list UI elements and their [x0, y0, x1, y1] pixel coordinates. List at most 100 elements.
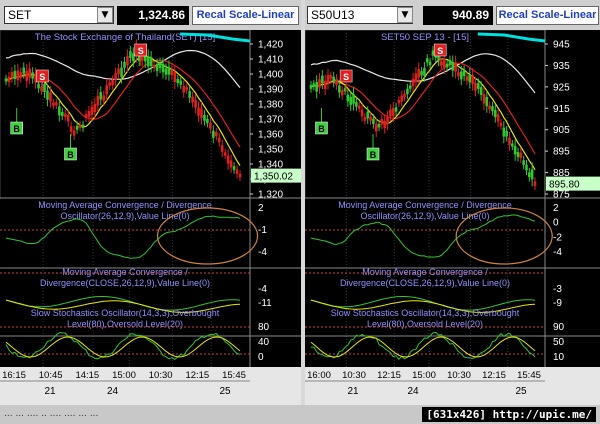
candle-body: [312, 83, 316, 87]
chevron-down-icon[interactable]: ▼: [397, 7, 413, 23]
stoch-tick-label: 50: [553, 337, 565, 348]
candle-body: [25, 70, 29, 81]
signal-label: S: [437, 46, 443, 56]
candle-body: [7, 76, 11, 83]
candle-body: [372, 118, 375, 124]
candle-body: [197, 107, 200, 116]
candle-body: [445, 63, 449, 68]
macd2-tick-label: -4: [258, 284, 267, 295]
candle-body: [355, 101, 358, 107]
chart-area-left[interactable]: The Stock Exchange of Thailand(SET) [15]…: [0, 30, 301, 405]
candle-body: [496, 114, 500, 122]
candle-body: [357, 105, 361, 109]
candle-body: [522, 160, 525, 165]
chevron-down-icon[interactable]: ▼: [97, 7, 113, 23]
candle-body: [155, 64, 159, 72]
candle-body: [123, 61, 126, 68]
candle-body: [58, 106, 61, 116]
candle-body: [508, 137, 511, 145]
candle-body: [468, 74, 472, 83]
candle-body: [338, 85, 341, 93]
candle-body: [318, 79, 321, 88]
candle-body: [4, 78, 8, 82]
candle-body: [389, 109, 392, 116]
resolution-label: [631x426] http://upic.me/: [422, 407, 596, 422]
candle-body: [502, 127, 506, 137]
candle-body: [340, 90, 344, 96]
candle-body: [209, 122, 212, 129]
time-label: 10:30: [342, 370, 366, 381]
candle-body: [66, 114, 70, 122]
candle-body: [200, 108, 203, 118]
price-tick-label: 925: [553, 82, 570, 93]
candle-body: [511, 143, 514, 147]
candle-body: [212, 130, 215, 138]
macd2-tick-label: -9: [553, 298, 562, 309]
candle-body: [185, 87, 188, 91]
time-label: 10:30: [149, 370, 173, 381]
day-label: 21: [44, 386, 56, 397]
signal-label: S: [138, 46, 144, 56]
price-tick-label: 1,420: [258, 40, 283, 51]
candle-body: [63, 113, 67, 118]
day-label: 24: [107, 386, 119, 397]
candle-body: [22, 67, 26, 74]
candle-body: [329, 75, 333, 79]
candle-body: [188, 91, 191, 98]
candle-body: [161, 63, 165, 73]
candle-body: [408, 85, 412, 89]
price-tick-label: 1,400: [258, 70, 283, 81]
candle-body: [108, 82, 111, 86]
candle-body: [349, 96, 352, 105]
candle-body: [170, 69, 174, 76]
candle-body: [465, 76, 469, 81]
candle-body: [87, 110, 91, 117]
candle-body: [81, 124, 85, 129]
candle-body: [386, 116, 389, 125]
candle-body: [425, 58, 429, 63]
macd1-tick-label: 0: [553, 218, 559, 229]
candle-body: [499, 122, 503, 127]
candle-body: [374, 124, 378, 132]
candle-body: [117, 68, 120, 75]
candle-body: [414, 73, 418, 83]
stoch-k-line: [5, 332, 241, 361]
chart-area-right[interactable]: SET50 SEP 13 - [15]945935925915905895885…: [305, 30, 600, 405]
time-label: 14:15: [75, 370, 99, 381]
candle-body: [229, 160, 233, 168]
candle-body: [454, 62, 457, 72]
candle-body: [533, 181, 537, 186]
candle-body: [406, 88, 409, 95]
toolbar-right: S50U13 ▼ 940.89 Recal Scale-Linear: [305, 0, 600, 30]
time-label: 15:00: [412, 370, 436, 381]
recal-scale-button[interactable]: Recal Scale-Linear: [496, 6, 599, 25]
candle-body: [431, 50, 435, 56]
candle-body: [516, 152, 520, 157]
candle-body: [369, 116, 372, 121]
candle-body: [149, 57, 153, 67]
candle-body: [476, 83, 480, 89]
macd2-tick-label: -11: [258, 298, 272, 309]
candle-body: [363, 117, 367, 121]
candle-body: [78, 124, 82, 128]
recal-scale-button[interactable]: Recal Scale-Linear: [192, 6, 299, 25]
candle-body: [462, 70, 466, 77]
candle-body: [43, 84, 46, 92]
time-label: 15:00: [112, 370, 136, 381]
candle-body: [403, 93, 406, 98]
stoch-tick-label: 90: [553, 322, 565, 333]
candle-body: [442, 58, 446, 68]
time-label: 10:30: [447, 370, 471, 381]
candle-body: [411, 78, 415, 87]
candle-body: [179, 80, 183, 85]
macd1-title: Moving Average Convergence / Divergence: [38, 200, 211, 210]
macd1-tick-label: -4: [553, 247, 562, 258]
time-label: 12:15: [185, 370, 209, 381]
chart-panel-left: SET ▼ 1,324.86 Recal Scale-Linear The St…: [0, 0, 301, 405]
candle-body: [105, 85, 109, 95]
price-tick-label: 945: [553, 40, 570, 51]
price-tick-label: 1,350: [258, 145, 283, 156]
macd1-tick-label: -4: [258, 247, 267, 258]
candle-body: [102, 95, 106, 101]
candle-body: [394, 107, 398, 112]
